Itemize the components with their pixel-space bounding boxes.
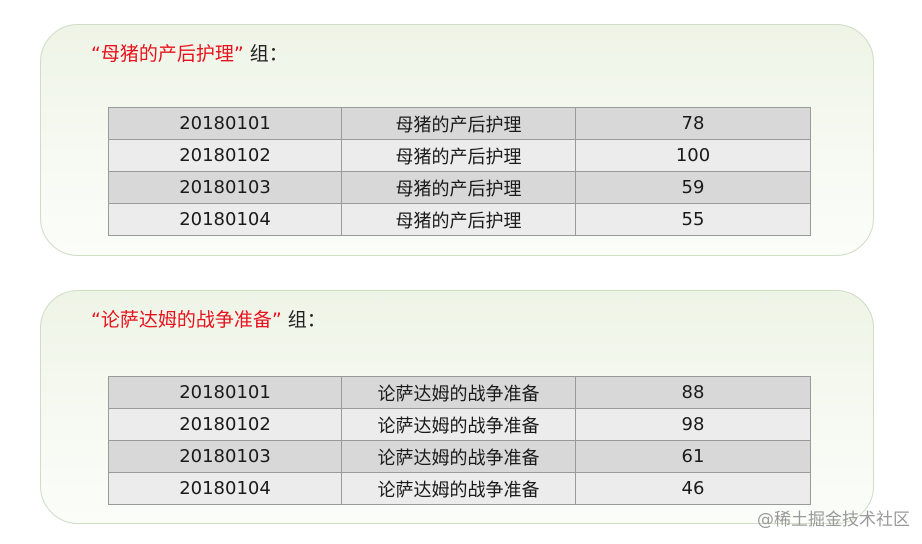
score-cell: 61 (575, 440, 811, 473)
score-cell: 55 (575, 203, 811, 236)
table-row: 20180102 母猪的产后护理 100 (108, 139, 811, 172)
group-panel-1: “母猪的产后护理” 组： 20180101 母猪的产后护理 78 2018010… (40, 24, 874, 256)
group-cell: 论萨达姆的战争准备 (341, 376, 576, 409)
group-cell: 母猪的产后护理 (341, 171, 576, 204)
group-cell: 母猪的产后护理 (341, 107, 576, 140)
group-cell: 论萨达姆的战争准备 (341, 408, 576, 441)
group-title-text: “母猪的产后护理” (91, 43, 244, 65)
data-table: 20180101 论萨达姆的战争准备 88 20180102 论萨达姆的战争准备… (108, 376, 811, 505)
group-title: “母猪的产后护理” 组： (91, 39, 288, 66)
score-cell: 98 (575, 408, 811, 441)
table-row: 20180102 论萨达姆的战争准备 98 (108, 408, 811, 441)
date-cell: 20180101 (108, 376, 342, 409)
table-row: 20180103 论萨达姆的战争准备 61 (108, 440, 811, 473)
date-cell: 20180102 (108, 139, 342, 172)
score-cell: 46 (575, 472, 811, 505)
score-cell: 59 (575, 171, 811, 204)
watermark: @稀土掘金技术社区 (757, 510, 910, 530)
score-cell: 100 (575, 139, 811, 172)
data-table: 20180101 母猪的产后护理 78 20180102 母猪的产后护理 100… (108, 107, 811, 236)
date-cell: 20180101 (108, 107, 342, 140)
group-cell: 母猪的产后护理 (341, 139, 576, 172)
date-cell: 20180103 (108, 440, 342, 473)
group-cell: 论萨达姆的战争准备 (341, 472, 576, 505)
table-row: 20180103 母猪的产后护理 59 (108, 171, 811, 204)
table-row: 20180104 母猪的产后护理 55 (108, 203, 811, 236)
group-title-suffix: 组： (249, 43, 288, 65)
group-panel-2: “论萨达姆的战争准备” 组： 20180101 论萨达姆的战争准备 88 201… (40, 290, 874, 524)
table-row: 20180101 论萨达姆的战争准备 88 (108, 376, 811, 409)
date-cell: 20180103 (108, 171, 342, 204)
date-cell: 20180102 (108, 408, 342, 441)
group-cell: 母猪的产后护理 (341, 203, 576, 236)
score-cell: 78 (575, 107, 811, 140)
group-title-suffix: 组： (287, 309, 326, 331)
score-cell: 88 (575, 376, 811, 409)
date-cell: 20180104 (108, 203, 342, 236)
group-title: “论萨达姆的战争准备” 组： (91, 305, 326, 332)
group-cell: 论萨达姆的战争准备 (341, 440, 576, 473)
table-row: 20180101 母猪的产后护理 78 (108, 107, 811, 140)
table-row: 20180104 论萨达姆的战争准备 46 (108, 472, 811, 505)
date-cell: 20180104 (108, 472, 342, 505)
group-title-text: “论萨达姆的战争准备” (91, 309, 282, 331)
